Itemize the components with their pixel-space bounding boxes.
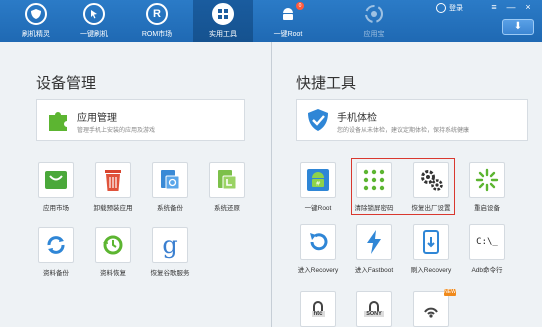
card-title: 应用管理 [77,113,117,124]
tile-label: 系统还原 [214,205,240,212]
system-restore-icon [209,162,245,198]
nav-flash-wizard[interactable]: 刷机精灵 [6,0,66,42]
nav-label: 一键刷机 [80,31,108,38]
app-management-card[interactable]: 应用管理 管理手机上安装的应用及游戏 [36,99,245,141]
tile-htc-unlock[interactable]: htc [290,291,346,327]
tile-label: 一键Root [304,205,332,212]
cursor-icon [83,3,105,25]
app-store-icon [363,3,385,25]
menu-button[interactable]: ≡ [488,2,500,12]
nav-label: ROM市场 [141,31,173,38]
card-subtitle: 管理手机上安装的应用及游戏 [77,128,156,134]
tile-sony-unlock[interactable]: SONY [346,291,402,327]
htc-unlock-icon: htc [300,291,336,327]
system-backup-icon [152,162,188,198]
tile-data-restore[interactable]: 资料恢复 [85,227,141,277]
notification-badge: 0 [296,2,304,10]
tile-wireless[interactable]: NEW [403,289,459,327]
user-icon [436,3,446,13]
device-management-panel: 设备管理 应用管理 管理手机上安装的应用及游戏 应用市场 卸载预装应用 系统备份… [0,42,271,327]
fastboot-icon [356,224,392,260]
phone-checkup-card[interactable]: 手机体检 您的设备从未体检，建议定期体检，保持系统健康 [296,99,528,141]
tile-uninstall-preinstalled[interactable]: 卸载预装应用 [85,162,141,212]
tile-label: Adb命令行 [471,267,503,274]
google-icon: g [152,227,188,263]
tile-reboot-device[interactable]: 重启设备 [459,162,515,212]
nav-label: 实用工具 [209,31,237,38]
tile-label: 资料恢复 [100,270,126,277]
tile-label: 应用市场 [43,205,69,212]
nav-app-store[interactable]: 应用宝 [344,0,404,42]
tile-flash-recovery[interactable]: 刷入Recovery [403,224,459,274]
root-icon: # [300,162,336,198]
shield-icon [25,3,47,25]
svg-text:#: # [315,181,320,188]
close-button[interactable]: × [522,2,534,12]
section-title: 快捷工具 [296,75,357,92]
minimize-button[interactable]: — [505,2,517,12]
tile-adb-command-line[interactable]: C:\_ Adb命令行 [459,224,515,274]
terminal-icon: C:\_ [469,224,505,260]
nav-label: 刷机精灵 [22,31,50,38]
tile-system-backup[interactable]: 系统备份 [142,162,198,212]
top-navigation-bar: 刷机精灵 一键刷机 R ROM市场 实用工具 0 一键Root 应用宝 登录 ≡ [0,0,542,42]
trash-icon [95,162,131,198]
download-icon: ⬇ [513,21,523,32]
tile-label: 刷入Recovery [410,267,452,274]
flash-recovery-icon [413,224,449,260]
tile-label: 进入Fastboot [354,267,394,274]
nav-label: 应用宝 [363,31,385,38]
card-subtitle: 您的设备从未体检，建议定期体检，保持系统健康 [337,128,470,134]
market-icon [38,162,74,198]
nav-one-click-root[interactable]: 0 一键Root [258,0,318,42]
tile-label: 资料备份 [43,270,69,277]
tile-label: 卸载预装应用 [93,205,133,212]
tile-label: 恢复谷歌服务 [150,270,190,277]
new-badge: NEW [444,289,456,296]
rom-icon: R [146,3,168,25]
sony-unlock-icon: SONY [356,291,392,327]
tile-restore-google-services[interactable]: g 恢复谷歌服务 [142,227,198,277]
tile-system-restore[interactable]: 系统还原 [199,162,255,212]
section-title: 设备管理 [36,75,97,92]
login-label: 登录 [449,5,463,12]
wireless-icon [413,291,449,327]
recovery-icon [300,224,336,260]
grid-icon [212,3,234,25]
puzzle-icon [49,112,67,131]
login-link[interactable]: 登录 [436,3,463,13]
nav-label: 一键Root [273,31,303,38]
card-title: 手机体检 [337,113,377,124]
nav-utilities[interactable]: 实用工具 [193,0,253,42]
shield-check-icon [308,109,328,131]
nav-rom-market[interactable]: R ROM市场 [127,0,187,42]
tile-label: 系统备份 [157,205,183,212]
highlight-box [351,158,455,215]
data-backup-icon [38,227,74,263]
tile-label: 进入Recovery [297,267,339,274]
tile-app-market[interactable]: 应用市场 [28,162,84,212]
download-button[interactable]: ⬇ [502,19,534,35]
nav-one-click-flash[interactable]: 一键刷机 [64,0,124,42]
tile-label: 重启设备 [474,205,500,212]
data-restore-icon [95,227,131,263]
reboot-icon [469,162,505,198]
tile-enter-recovery[interactable]: 进入Recovery [290,224,346,274]
tile-one-click-root[interactable]: # 一键Root [290,162,346,212]
tile-data-backup[interactable]: 资料备份 [28,227,84,277]
tile-enter-fastboot[interactable]: 进入Fastboot [346,224,402,274]
